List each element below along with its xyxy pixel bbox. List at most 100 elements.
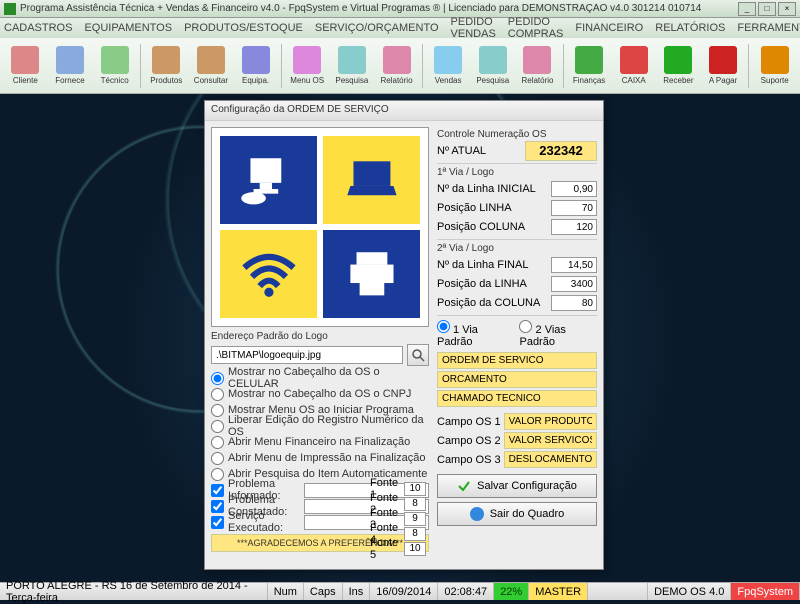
num-input[interactable] — [551, 295, 597, 311]
font-label: Fonte 5 — [370, 537, 404, 561]
menu-cadastros[interactable]: CADASTROS — [4, 22, 72, 34]
num-input[interactable] — [551, 181, 597, 197]
num-label: Nº da Linha FINAL — [437, 259, 528, 271]
tool-label: Cliente — [13, 76, 38, 85]
status-pct: 22% — [494, 583, 529, 600]
font-input[interactable] — [404, 512, 426, 526]
option-radio[interactable]: Liberar Edição do Registro Numérico da O… — [211, 418, 429, 434]
check-icon — [457, 479, 471, 493]
menu-produtos/estoque[interactable]: PRODUTOS/ESTOQUE — [184, 22, 303, 34]
status-time: 02:08:47 — [438, 583, 494, 600]
option-radio[interactable]: Mostrar no Cabeçalho da OS o CELULAR — [211, 370, 429, 386]
menu-pedido compras[interactable]: PEDIDO COMPRAS — [508, 16, 564, 40]
tool-vendas[interactable]: Vendas — [427, 41, 470, 91]
exit-button[interactable]: Sair do Quadro — [437, 502, 597, 526]
option-radio[interactable]: Abrir Menu Financeiro na Finalização — [211, 434, 429, 450]
config-dialog: Configuração da ORDEM DE SERVIÇO Endereç… — [204, 100, 604, 570]
browse-button[interactable] — [407, 344, 429, 366]
arrow-icon — [470, 507, 484, 521]
num-input[interactable] — [551, 276, 597, 292]
tool-técnico[interactable]: Técnico — [93, 41, 136, 91]
wifi-icon — [235, 243, 303, 305]
tool-icon — [293, 46, 321, 74]
campo-row: Campo OS 1 — [437, 413, 597, 430]
font-row: Fonte 5 — [370, 541, 426, 556]
radio-input[interactable] — [211, 468, 224, 481]
minimize-button[interactable]: _ — [738, 2, 756, 16]
radio-input[interactable] — [211, 420, 224, 433]
type-field[interactable] — [437, 390, 597, 407]
radio-input[interactable] — [211, 388, 224, 401]
radio-input[interactable] — [211, 404, 224, 417]
tool-pesquisa[interactable]: Pesquisa — [331, 41, 374, 91]
tool-relatório[interactable]: Relatório — [516, 41, 559, 91]
tool-produtos[interactable]: Produtos — [145, 41, 188, 91]
num-row: Posição da LINHA — [437, 275, 597, 293]
app-icon — [4, 3, 16, 15]
checkbox[interactable] — [211, 516, 224, 529]
tool-label: Pesquisa — [335, 76, 368, 85]
tool-fornece[interactable]: Fornece — [49, 41, 92, 91]
menu-ferramentas[interactable]: FERRAMENTAS — [737, 22, 800, 34]
tool-label: Técnico — [101, 76, 129, 85]
num-label: Posição da COLUNA — [437, 297, 540, 309]
tool-equipa.[interactable]: Equipa. — [234, 41, 277, 91]
via-radio[interactable]: 2 Vias Padrão — [519, 320, 597, 348]
tool-label: A Pagar — [709, 76, 737, 85]
computer-icon — [235, 149, 303, 211]
num-label: Posição COLUNA — [437, 221, 525, 233]
menu-relatórios[interactable]: RELATÓRIOS — [655, 22, 725, 34]
tool-receber[interactable]: Receber — [657, 41, 700, 91]
radio-input[interactable] — [211, 452, 224, 465]
tool-consultar[interactable]: Consultar — [190, 41, 233, 91]
close-button[interactable]: × — [778, 2, 796, 16]
tool-label: Pesquisa — [476, 76, 509, 85]
tool-finanças[interactable]: Finanças — [568, 41, 611, 91]
campo-input[interactable] — [504, 451, 597, 468]
menubar: CADASTROS EQUIPAMENTOS PRODUTOS/ESTOQUE SER… — [0, 18, 800, 38]
tool-label: Consultar — [194, 76, 228, 85]
logo-path-input[interactable] — [211, 346, 403, 364]
tool-suporte[interactable]: Suporte — [753, 41, 796, 91]
via-radio[interactable]: 1 Via Padrão — [437, 320, 509, 348]
num-input[interactable] — [551, 200, 597, 216]
type-field[interactable] — [437, 352, 597, 369]
tool-caixa[interactable]: CAIXA — [612, 41, 655, 91]
font-input[interactable] — [404, 497, 426, 511]
menu-serviço/orçamento[interactable]: SERVIÇO/ORÇAMENTO — [315, 22, 439, 34]
menu-equipamentos[interactable]: EQUIPAMENTOS — [84, 22, 172, 34]
num-label: Nº da Linha INICIAL — [437, 183, 536, 195]
checkbox[interactable] — [211, 484, 224, 497]
font-input[interactable] — [404, 482, 426, 496]
num-row: Nº da Linha INICIAL — [437, 180, 597, 198]
checkbox[interactable] — [211, 500, 224, 513]
menu-financeiro[interactable]: FINANCEIRO — [575, 22, 643, 34]
tool-icon — [242, 46, 270, 74]
menu-pedido vendas[interactable]: PEDIDO VENDAS — [451, 16, 496, 40]
campo-input[interactable] — [504, 432, 597, 449]
num-row: Nº da Linha FINAL — [437, 256, 597, 274]
tool-pesquisa[interactable]: Pesquisa — [471, 41, 514, 91]
tool-label: Relatório — [521, 76, 553, 85]
tool-cliente[interactable]: Cliente — [4, 41, 47, 91]
titlebar: Programa Assistência Técnica + Vendas & … — [0, 0, 800, 18]
type-field[interactable] — [437, 371, 597, 388]
option-radio[interactable]: Abrir Menu de Impressão na Finalização — [211, 450, 429, 466]
num-input[interactable] — [551, 257, 597, 273]
campo-input[interactable] — [504, 413, 597, 430]
font-input[interactable] — [404, 527, 426, 541]
tool-icon — [709, 46, 737, 74]
radio-input[interactable] — [211, 372, 224, 385]
option-radio[interactable]: Mostrar no Cabeçalho da OS o CNPJ — [211, 386, 429, 402]
tool-a pagar[interactable]: A Pagar — [702, 41, 745, 91]
maximize-button[interactable]: □ — [758, 2, 776, 16]
radio-input[interactable] — [211, 436, 224, 449]
save-button[interactable]: Salvar Configuração — [437, 474, 597, 498]
search-icon — [411, 348, 425, 362]
controle-label: Controle Numeração OS — [437, 129, 597, 140]
font-input[interactable] — [404, 542, 426, 556]
tool-menu os[interactable]: Menu OS — [286, 41, 329, 91]
tool-relatório[interactable]: Relatório — [375, 41, 418, 91]
num-input[interactable] — [551, 219, 597, 235]
statusbar: PORTO ALEGRE - RS 16 de Setembro de 2014… — [0, 582, 800, 600]
